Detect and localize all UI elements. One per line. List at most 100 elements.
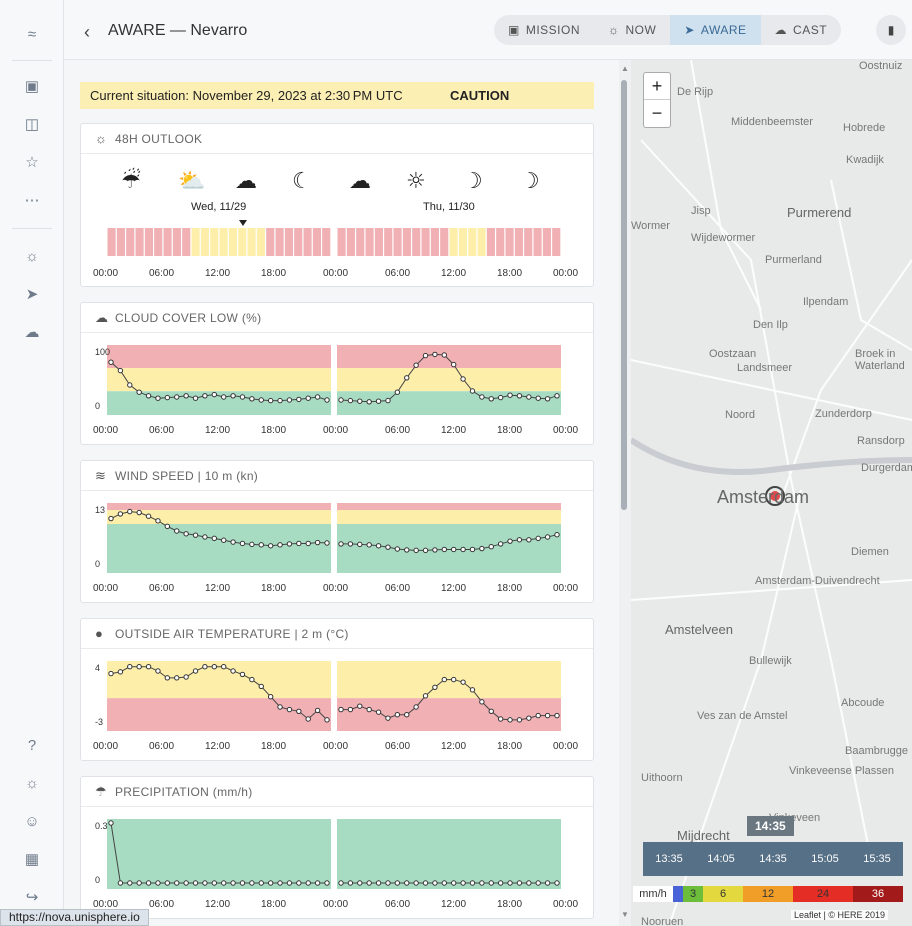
time-step[interactable]: 15:05: [811, 853, 839, 865]
data-point: [526, 394, 532, 400]
x-tick-label: 06:00: [149, 425, 174, 436]
data-point: [117, 880, 124, 886]
map-place-label: Purmerland: [765, 254, 822, 266]
tab-now[interactable]: ☼ NOW: [594, 15, 670, 45]
map-place-label: Amsterdam-Duivendrecht: [755, 575, 880, 587]
map-place-label: Landsmeer: [737, 362, 793, 374]
time-step[interactable]: 15:35: [863, 853, 891, 865]
tab-mission[interactable]: ▣ MISSION: [494, 15, 594, 45]
star-icon[interactable]: ☆: [20, 150, 44, 174]
data-point: [469, 546, 476, 553]
scroll-thumb[interactable]: [621, 80, 627, 510]
weather-icon[interactable]: ☼: [20, 244, 44, 268]
data-point: [375, 398, 382, 404]
scroll-down-icon[interactable]: ▼: [621, 910, 629, 919]
map-place-label: Vinkeveense Plassen: [789, 765, 894, 777]
x-tick-label: 00:00: [323, 741, 348, 752]
logout-icon[interactable]: ↪: [20, 885, 44, 909]
y-tick-label: 4: [95, 663, 100, 673]
x-tick-label: 00:00: [553, 741, 578, 752]
wind-icon: ≋: [95, 467, 107, 483]
data-point: [366, 399, 372, 405]
users-settings-icon[interactable]: ☺: [20, 809, 44, 833]
data-point: [267, 543, 274, 549]
risk-cell: [312, 228, 321, 256]
tab-cast[interactable]: ☁ CAST: [761, 15, 842, 45]
data-point: [155, 395, 161, 401]
data-point: [258, 397, 264, 403]
map-place-label: Hobrede: [843, 122, 886, 134]
time-step[interactable]: 14:05: [707, 853, 735, 865]
risk-cell: [458, 228, 467, 256]
group-icon[interactable]: ⋯: [20, 188, 44, 212]
data-point: [211, 880, 218, 886]
x-tick-label: 12:00: [205, 425, 230, 436]
time-slider[interactable]: 13:35 14:05 14:35 15:05 15:35: [643, 842, 903, 876]
map-place-label: Wormer: [631, 220, 670, 232]
card-header: ☂ PRECIPITATION (mm/h): [81, 777, 593, 807]
risk-band: [337, 524, 561, 573]
data-point: [202, 534, 208, 540]
weather-icon: ☼: [95, 131, 108, 146]
day-label: Thu, 11/30: [423, 201, 475, 213]
data-point: [479, 699, 485, 705]
data-point: [544, 880, 551, 886]
cloud-chart: 100 0 00:00 06:00 12:00 18:00 00:00 06:00 12:00 1…: [93, 345, 578, 436]
map-toggle-button[interactable]: ▮: [876, 15, 906, 45]
building-icon[interactable]: ▦: [20, 847, 44, 871]
tab-aware[interactable]: ➤ AWARE: [670, 15, 761, 45]
data-point: [145, 393, 152, 399]
legend-step: 6: [703, 886, 743, 902]
data-point: [404, 712, 410, 718]
map[interactable]: + − De Rijp Oostnuiz Middenbeemster Hobrede…: [631, 60, 912, 926]
data-point: [127, 382, 133, 388]
card-unit: (%): [241, 310, 262, 325]
data-point: [267, 397, 274, 404]
data-point: [432, 351, 438, 358]
data-point: [460, 376, 466, 382]
settings-sun-icon[interactable]: ☼: [20, 771, 44, 795]
card-title: OUTSIDE AIR TEMPERATURE: [115, 626, 291, 641]
map-icon[interactable]: ◫: [20, 112, 44, 136]
zoom-in-button[interactable]: +: [644, 73, 670, 100]
x-tick-label: 00:00: [323, 425, 348, 436]
data-point: [230, 880, 236, 886]
zoom-out-button[interactable]: −: [644, 100, 670, 127]
dashboard-icon[interactable]: ▣: [20, 74, 44, 98]
risk-band: [107, 391, 331, 415]
risk-cell: [533, 228, 542, 256]
wifi-logo-icon[interactable]: ≈: [20, 22, 44, 46]
risk-cell: [486, 228, 495, 256]
time-step[interactable]: 14:35: [759, 853, 787, 865]
data-point: [450, 361, 457, 368]
risk-band: [337, 510, 561, 524]
forecast-icon[interactable]: ☁: [20, 320, 44, 344]
scrollbar[interactable]: ▲ ▼: [619, 60, 631, 926]
data-point: [497, 541, 504, 547]
data-point: [277, 397, 283, 404]
help-icon[interactable]: ?: [20, 733, 44, 757]
chevron-left-icon[interactable]: ‹: [84, 22, 90, 43]
rocket-icon[interactable]: ➤: [20, 282, 44, 306]
data-point: [192, 532, 199, 538]
data-point: [324, 540, 330, 546]
risk-band: [107, 524, 331, 573]
data-point: [249, 676, 255, 683]
card-header: ☼ 48H OUTLOOK: [81, 124, 593, 154]
data-point: [220, 394, 227, 400]
data-point: [220, 880, 227, 886]
side-rail: ≈ ▣ ◫ ☆ ⋯ ☼ ➤ ☁ ? ☼ ☺ ▦ ↪: [0, 0, 64, 926]
data-point: [357, 703, 363, 709]
x-tick-label: 18:00: [497, 425, 522, 436]
risk-band: [107, 345, 331, 369]
data-point: [314, 707, 321, 714]
map-place-label: Durgerdam: [861, 462, 912, 474]
risk-cell: [284, 228, 293, 256]
map-attribution[interactable]: Leaflet | © HERE 2019: [791, 910, 889, 920]
y-tick-label: 0: [95, 875, 100, 885]
scroll-up-icon[interactable]: ▲: [621, 64, 629, 73]
content-panel: Current situation: November 29, 2023 at …: [64, 60, 631, 926]
card-unit: (kn): [236, 468, 259, 483]
time-step[interactable]: 13:35: [655, 853, 683, 865]
x-tick-label: 06:00: [385, 583, 410, 594]
